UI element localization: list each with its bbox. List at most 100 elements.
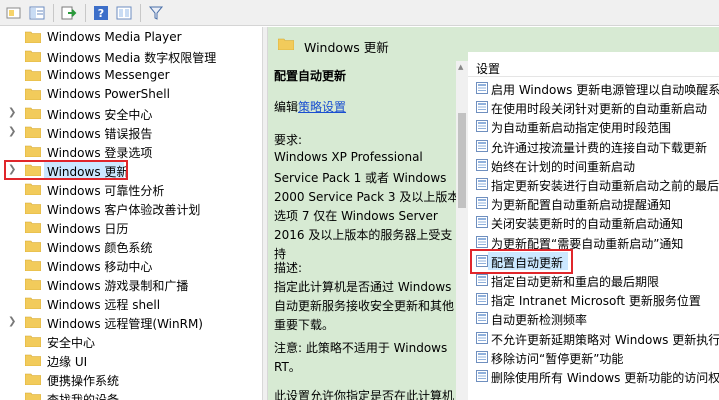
scrollbar-thumb[interactable] [458,113,466,208]
requirements-line: 2016 及以上版本的服务器上受支 [274,228,453,242]
setting-list-item[interactable]: 移除访问“暂停更新”功能 [468,348,719,367]
setting-list-item[interactable]: 指定 Intranet Microsoft 更新服务位置 [468,290,719,309]
setting-list-item[interactable]: 关闭安装更新时的自动重新启动通知 [468,213,719,232]
setting-label: 删除使用所有 Windows 更新功能的访问权限 [491,371,719,385]
note-line: 注意: 此策略不适用于 Windows [274,341,448,355]
description-line: 自动更新服务接收安全更新和其他 [274,299,455,313]
tree-item[interactable]: Windows Messenger [0,66,262,85]
setting-label: 为自动重新启动指定使用时段范围 [491,121,672,136]
folder-icon [25,126,41,138]
tree-item-label: Windows 客户体验改善计划 [47,203,201,217]
policy-setting-icon [476,350,488,363]
policy-setting-icon [476,235,488,248]
folder-icon [25,88,41,100]
policy-setting-icon [476,216,488,229]
tree-item[interactable]: Windows 颜色系统 [0,237,262,256]
toolbar-separator [140,3,141,22]
tree-item-label: Windows 登录选项 [47,146,153,160]
tree-item-label: Windows Media 数字权限管理 [47,51,217,65]
setting-label: 在使用时段关闭针对更新的自动重新启动 [491,102,708,117]
description-label: 描述: [274,261,303,275]
setting-label: 关闭安装更新时的自动重新启动通知 [491,217,684,232]
setting-list-item[interactable]: 为更新配置自动重新启动提醒通知 [468,194,719,213]
setting-list-item[interactable]: 指定自动更新和重启的最后期限 [468,271,719,290]
setting-list-item[interactable]: 配置自动更新 [468,248,719,274]
expand-chevron-icon[interactable]: ❯ [8,126,18,138]
folder-icon [25,373,41,385]
tree-item[interactable]: 安全中心 [0,332,262,351]
tree-item[interactable]: ❯ Windows 错误报告 [0,123,262,142]
tree-item[interactable]: Windows 客户体验改善计划 [0,199,262,218]
tree-item[interactable]: Windows 移动中心 [0,256,262,275]
back-icon[interactable] [4,3,24,23]
filter-icon[interactable] [146,3,166,23]
tree-item[interactable]: Windows Media 数字权限管理 [0,47,262,66]
description-scrollbar[interactable]: ▲ [456,61,468,400]
setting-list-item[interactable]: 删除使用所有 Windows 更新功能的访问权限 [468,367,719,386]
export-list-icon[interactable] [59,3,79,23]
setting-label: 移除访问“暂停更新”功能 [491,351,624,366]
header-title: Windows 更新 [304,40,389,55]
folder-icon [25,278,41,290]
setting-list-item[interactable]: 自动更新检测频率 [468,309,719,328]
folder-icon [25,297,41,309]
tree-item[interactable]: Windows 登录选项 [0,142,262,161]
tree-item[interactable]: 边缘 UI [0,351,262,370]
tree-item[interactable]: ❯ Windows 远程管理(WinRM) [0,313,262,332]
scroll-up-arrow-icon[interactable]: ▲ [458,63,463,71]
tree-item[interactable]: Windows Media Player [0,28,262,47]
tree-item[interactable]: Windows 游戏录制和广播 [0,275,262,294]
setting-list-item[interactable]: 允许通过按流量计费的连接自动下载更新 [468,137,719,156]
tree-item-label: Windows PowerShell [47,87,170,101]
edit-prefix: 编辑 [274,100,299,114]
tree-item-label: Windows 游戏录制和广播 [47,279,189,293]
folder-icon [25,107,41,119]
setting-list-item[interactable]: 指定更新安装进行自动重新启动之前的最后期限 [468,175,719,194]
tree-item[interactable]: Windows 日历 [0,218,262,237]
requirements-line: 2000 Service Pack 3 及以上版本 [274,190,456,204]
policy-setting-icon [476,370,488,382]
tree-item-label: Windows 可靠性分析 [47,184,165,198]
policy-setting-icon [476,312,488,325]
description-panel: 配置自动更新 编辑策略设置 要求: Windows XP Professiona… [268,61,456,400]
tree-item-label: Windows 日历 [47,222,129,236]
help-icon[interactable]: ? [91,3,111,23]
tree-item[interactable]: Windows 远程 shell [0,294,262,313]
setting-list-item[interactable]: 不允许更新延期策略对 Windows 更新执行扫描 [468,329,719,348]
tree-item[interactable]: 便携操作系统 [0,370,262,389]
tree-item-label: 边缘 UI [47,355,88,369]
edit-policy-link[interactable]: 策略设置 [298,100,346,114]
expand-chevron-icon[interactable]: ❯ [8,316,18,328]
setting-label: 允许通过按流量计费的连接自动下载更新 [491,140,708,155]
settings-list: 设置 启用 Windows 更新电源管理以自动唤醒系统在使用时段关闭针对更新的自… [468,52,719,400]
column-header-setting[interactable]: 设置 [468,52,719,77]
requirements-label: 要求: [274,133,303,147]
properties-icon[interactable] [114,3,134,23]
tree-item[interactable]: ❯ Windows 更新 [0,160,262,180]
policy-setting-icon [476,82,488,94]
tree-item[interactable]: 查找我的设备 [0,389,262,400]
policy-setting-icon [476,331,488,344]
setting-list-item[interactable]: 始终在计划的时间重新启动 [468,156,719,175]
setting-list-item[interactable]: 启用 Windows 更新电源管理以自动唤醒系统 [468,79,719,98]
policy-setting-icon [476,158,488,171]
tree-item-label: Windows 安全中心 [47,108,153,122]
setting-list-item[interactable]: 在使用时段关闭针对更新的自动重新启动 [468,98,719,117]
edit-policy-line: 编辑策略设置 [274,98,346,115]
tree-item-label: Windows Messenger [47,68,170,82]
tree-item[interactable]: ❯ Windows 安全中心 [0,104,262,123]
folder-icon [25,50,41,62]
tree-item-label: 安全中心 [47,336,96,350]
expand-chevron-icon[interactable]: ❯ [8,107,18,119]
tree-item[interactable]: Windows PowerShell [0,85,262,104]
folder-icon [25,335,41,347]
svg-text:?: ? [98,7,104,20]
tree-item[interactable]: Windows 可靠性分析 [0,180,262,199]
tree-item-label: Windows 远程 shell [47,298,161,312]
folder-icon [278,38,294,50]
setting-list-item[interactable]: 为自动重新启动指定使用时段范围 [468,117,719,136]
show-hide-tree-icon[interactable] [27,3,47,23]
setting-label: 不允许更新延期策略对 Windows 更新执行扫描 [491,332,719,347]
description-line: 指定此计算机是否通过 Windows [274,280,452,294]
folder-icon [25,202,41,214]
